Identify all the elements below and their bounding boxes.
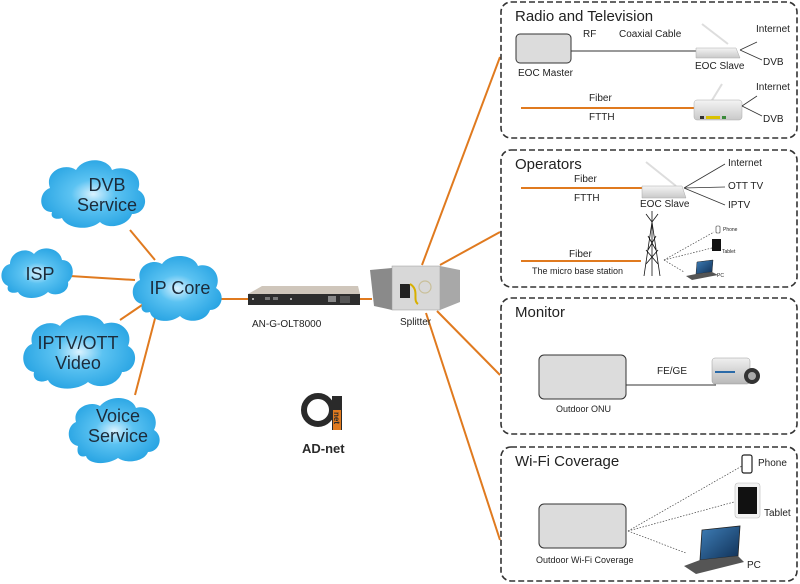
link-splitter-operators [439, 231, 501, 266]
cloud-label-iptv: IPTV/OTT Video [26, 333, 130, 373]
dvb-label: DVB [763, 57, 784, 68]
fiber-label: Fiber [589, 93, 612, 104]
link-splitter-wifi [425, 312, 501, 541]
cloud-label-isp: ISP [10, 264, 70, 284]
olt-device-image [248, 286, 360, 305]
tablet-label: Tablet [764, 508, 791, 519]
cloud-label-line: IP Core [149, 278, 211, 298]
tablet-icon [712, 239, 721, 251]
phone-label: Phone [723, 227, 738, 233]
tablet-label: Tablet [722, 249, 736, 255]
coaxial-label: Coaxial Cable [619, 29, 682, 40]
outdoor-wifi-box [538, 503, 627, 549]
tablet-icon [734, 482, 761, 519]
fiber-label: Fiber [569, 249, 592, 260]
phone-icon [715, 225, 721, 234]
outdoor-wifi-label: Outdoor Wi-Fi Coverage [536, 555, 634, 565]
cloud-label-line: Service [87, 426, 149, 446]
panel-title-monitor: Monitor [515, 304, 566, 321]
cloud-label-line: Service [76, 195, 138, 215]
ftth-label: FTTH [589, 112, 615, 123]
eoc-master-label: EOC Master [518, 68, 574, 79]
link-splitter-radio [421, 56, 501, 266]
outdoor-onu-label: Outdoor ONU [556, 404, 612, 414]
cloud-label-line: Voice [95, 406, 141, 426]
phone-icon [741, 454, 753, 474]
panel-title-operators: Operators [515, 156, 582, 173]
pc-label: PC [717, 273, 724, 279]
dvb-label: DVB [763, 114, 784, 125]
link-splitter-monitor [436, 310, 501, 376]
cloud-label-line: Video [55, 353, 101, 373]
phone-label: Phone [758, 458, 787, 469]
eoc-slave-label: EOC Slave [640, 199, 690, 210]
iptv-label: IPTV [728, 200, 751, 211]
splitter-label: Splitter [400, 317, 432, 328]
logo-mark-text: net [332, 412, 341, 424]
internet-label: Internet [728, 158, 762, 169]
camera-icon [711, 357, 760, 385]
cloud-label-dvb: DVB Service [62, 175, 152, 215]
base-station-label: The micro base station [532, 266, 624, 276]
cell-tower-icon [643, 211, 661, 277]
fe-ge-label: FE/GE [657, 366, 688, 377]
cloud-label-ip-core: IP Core [136, 278, 224, 298]
ftth-label: FTTH [574, 193, 600, 204]
link-iptv-ipcore [119, 302, 146, 321]
olt-label: AN-G-OLT8000 [252, 319, 322, 330]
internet-label: Internet [756, 24, 790, 35]
link-dvb-ipcore [129, 229, 156, 261]
pc-label: PC [747, 560, 761, 571]
eoc-slave-router-icon [641, 161, 687, 199]
rf-label: RF [583, 29, 597, 40]
panel-title-radio-tv: Radio and Television [515, 8, 654, 25]
ftth-router-icon [693, 83, 743, 121]
link-voice-ipcore [134, 306, 159, 396]
link-isp-ipcore [69, 275, 136, 281]
cloud-label-voice: Voice Service [68, 406, 168, 446]
network-diagram [1, 1, 798, 582]
cloud-label-line: ISP [25, 264, 55, 284]
cloud-label-line: DVB [88, 175, 126, 195]
operators-content [521, 161, 726, 280]
internet-label: Internet [756, 82, 790, 93]
splitter-image [370, 265, 460, 311]
eoc-master-box [515, 33, 572, 64]
logo-name: AD-net [302, 441, 345, 456]
panel-title-wifi: Wi-Fi Coverage [515, 453, 620, 470]
ott-tv-label: OTT TV [728, 181, 764, 192]
eoc-slave-label: EOC Slave [695, 61, 745, 72]
laptop-icon [684, 525, 744, 574]
fiber-label: Fiber [574, 174, 597, 185]
eoc-slave-router-icon [695, 23, 741, 59]
outdoor-onu-box [538, 354, 627, 400]
monitor-content [538, 354, 760, 400]
laptop-icon [686, 259, 718, 280]
cloud-label-line: IPTV/OTT [37, 333, 119, 353]
